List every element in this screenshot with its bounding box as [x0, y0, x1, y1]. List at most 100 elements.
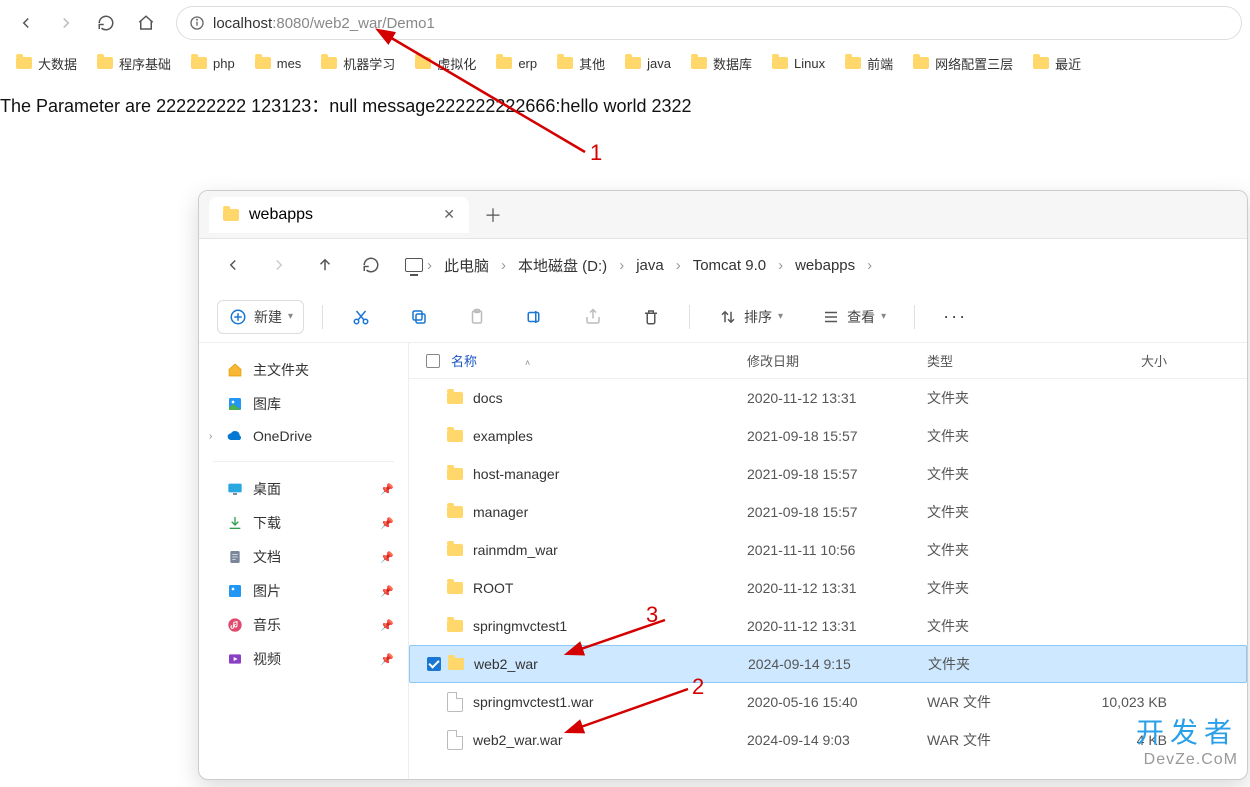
sort-button[interactable]: 排序▾ — [708, 301, 793, 333]
explorer-back-button[interactable] — [213, 245, 253, 285]
column-header-size[interactable]: 大小 — [1067, 351, 1187, 370]
folder-icon — [321, 57, 337, 69]
explorer-forward-button[interactable] — [259, 245, 299, 285]
breadcrumb-item[interactable]: 本地磁盘 (D:) — [510, 251, 615, 280]
file-row[interactable]: springmvctest12020-11-12 13:31文件夹 — [409, 607, 1247, 645]
share-icon — [583, 307, 603, 327]
file-name: web2_war — [474, 656, 538, 672]
page-body-text: The Parameter are 222222222 123123：null … — [0, 80, 1250, 118]
file-name: rainmdm_war — [473, 542, 558, 558]
bookmark-item[interactable]: 前端 — [837, 50, 901, 77]
annotation-label-2: 2 — [692, 674, 704, 700]
file-row[interactable]: springmvctest1.war2020-05-16 15:40WAR 文件… — [409, 683, 1247, 721]
bookmark-label: Linux — [794, 56, 825, 71]
bookmark-item[interactable]: 大数据 — [8, 50, 85, 77]
sidebar-item-documents[interactable]: 文档📌 — [199, 540, 408, 574]
file-type: 文件夹 — [927, 616, 1067, 636]
file-icon — [447, 730, 463, 750]
explorer-refresh-button[interactable] — [351, 245, 391, 285]
breadcrumb-item[interactable]: webapps — [787, 253, 863, 278]
folder-icon — [496, 57, 512, 69]
reload-button[interactable] — [88, 5, 124, 41]
cloud-icon — [227, 428, 243, 444]
file-date: 2021-09-18 15:57 — [747, 504, 927, 520]
file-row[interactable]: manager2021-09-18 15:57文件夹 — [409, 493, 1247, 531]
bookmark-label: 其他 — [579, 54, 605, 73]
breadcrumb-item[interactable]: java — [628, 253, 672, 278]
breadcrumb-item[interactable]: Tomcat 9.0 — [685, 253, 774, 278]
paste-button[interactable] — [457, 301, 497, 333]
back-button[interactable] — [8, 5, 44, 41]
sidebar-item-videos[interactable]: 视频📌 — [199, 642, 408, 676]
this-pc-icon[interactable] — [405, 258, 423, 272]
explorer-up-button[interactable] — [305, 245, 345, 285]
delete-button[interactable] — [631, 301, 671, 333]
sidebar-item-label: 主文件夹 — [253, 360, 309, 380]
folder-icon — [255, 57, 271, 69]
view-button[interactable]: 查看▾ — [811, 301, 896, 333]
bookmark-item[interactable]: 机器学习 — [313, 50, 403, 77]
explorer-tab[interactable]: webapps ✕ — [209, 197, 469, 233]
bookmark-label: erp — [518, 56, 537, 71]
bookmark-item[interactable]: erp — [488, 52, 545, 75]
cut-button[interactable] — [341, 301, 381, 333]
file-row[interactable]: rainmdm_war2021-11-11 10:56文件夹 — [409, 531, 1247, 569]
file-row[interactable]: examples2021-09-18 15:57文件夹 — [409, 417, 1247, 455]
bookmark-item[interactable]: 虚拟化 — [407, 50, 484, 77]
bookmark-item[interactable]: java — [617, 52, 679, 75]
sidebar-item-label: 文档 — [253, 547, 281, 567]
explorer-tab-title: webapps — [249, 206, 313, 224]
toolbar-separator — [914, 305, 915, 329]
bookmark-item[interactable]: 最近 — [1025, 50, 1089, 77]
sidebar-item-downloads[interactable]: 下载📌 — [199, 506, 408, 540]
sidebar-item-music[interactable]: 音乐📌 — [199, 608, 408, 642]
file-row[interactable]: web2_war2024-09-14 9:15文件夹 — [409, 645, 1247, 683]
file-size: 4 KB — [1067, 732, 1187, 748]
column-header-date[interactable]: 修改日期 — [747, 351, 927, 370]
row-checkbox[interactable] — [427, 657, 441, 671]
plus-circle-icon — [228, 307, 248, 327]
sort-label: 排序 — [744, 307, 772, 327]
file-type: WAR 文件 — [927, 730, 1067, 750]
breadcrumb-item[interactable]: 此电脑 — [436, 251, 497, 280]
bookmark-item[interactable]: mes — [247, 52, 310, 75]
share-button[interactable] — [573, 301, 613, 333]
file-list: 名称˄ 修改日期 类型 大小 docs2020-11-12 13:31文件夹ex… — [409, 343, 1247, 779]
copy-button[interactable] — [399, 301, 439, 333]
bookmark-item[interactable]: 程序基础 — [89, 50, 179, 77]
folder-icon — [447, 506, 463, 518]
folder-icon — [845, 57, 861, 69]
forward-button[interactable] — [48, 5, 84, 41]
column-header-type[interactable]: 类型 — [927, 351, 1067, 370]
file-row[interactable]: web2_war.war2024-09-14 9:03WAR 文件4 KB — [409, 721, 1247, 759]
bookmark-item[interactable]: Linux — [764, 52, 833, 75]
select-all-checkbox[interactable] — [426, 354, 440, 368]
file-name: springmvctest1.war — [473, 694, 594, 710]
rename-button[interactable] — [515, 301, 555, 333]
bookmark-item[interactable]: php — [183, 52, 243, 75]
sidebar-item-desktop[interactable]: 桌面📌 — [199, 472, 408, 506]
sidebar-item-home[interactable]: 主文件夹 — [199, 353, 408, 387]
bookmark-label: 程序基础 — [119, 54, 171, 73]
bookmark-item[interactable]: 网络配置三层 — [905, 50, 1021, 77]
sidebar-item-pictures[interactable]: 图片📌 — [199, 574, 408, 608]
more-button[interactable]: ··· — [933, 300, 977, 333]
home-button[interactable] — [128, 5, 164, 41]
bookmark-label: 网络配置三层 — [935, 54, 1013, 73]
file-type: 文件夹 — [927, 578, 1067, 598]
sidebar-item-onedrive[interactable]: ›OneDrive — [199, 421, 408, 451]
bookmark-item[interactable]: 数据库 — [683, 50, 760, 77]
column-header-name[interactable]: 名称˄ — [447, 351, 747, 370]
bookmark-label: 数据库 — [713, 54, 752, 73]
chevron-right-icon: › — [501, 257, 506, 274]
close-tab-button[interactable]: ✕ — [443, 206, 455, 223]
file-row[interactable]: host-manager2021-09-18 15:57文件夹 — [409, 455, 1247, 493]
bookmark-label: java — [647, 56, 671, 71]
file-row[interactable]: docs2020-11-12 13:31文件夹 — [409, 379, 1247, 417]
bookmark-item[interactable]: 其他 — [549, 50, 613, 77]
sidebar-item-gallery[interactable]: 图库 — [199, 387, 408, 421]
file-row[interactable]: ROOT2020-11-12 13:31文件夹 — [409, 569, 1247, 607]
address-bar[interactable]: localhost:8080/web2_war/Demo1 — [176, 6, 1242, 40]
new-tab-button[interactable]: ＋ — [477, 199, 509, 231]
new-button[interactable]: 新建 ▾ — [217, 300, 304, 334]
